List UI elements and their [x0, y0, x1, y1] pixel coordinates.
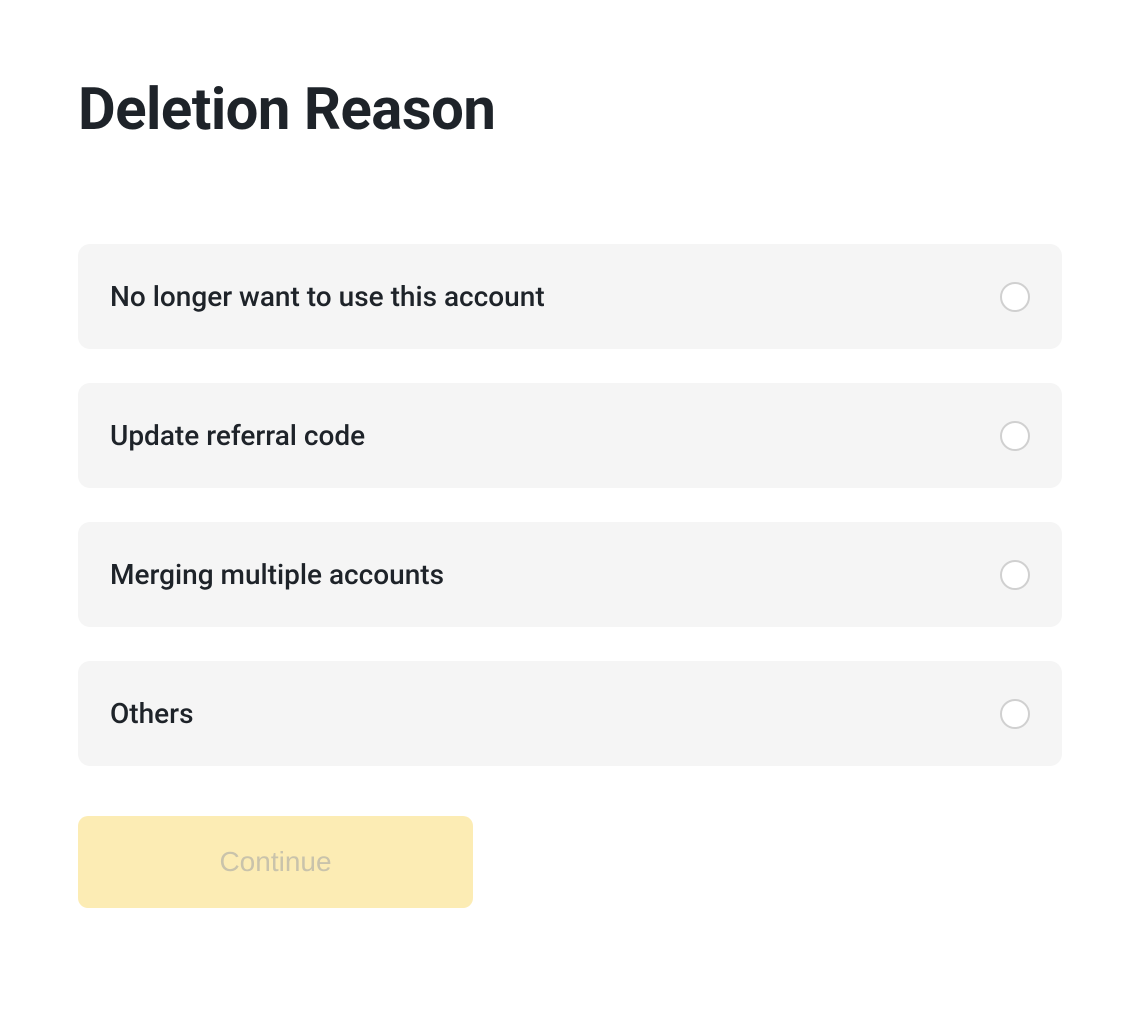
- radio-unchecked-icon[interactable]: [1000, 699, 1030, 729]
- option-no-longer-use[interactable]: No longer want to use this account: [78, 244, 1062, 349]
- radio-unchecked-icon[interactable]: [1000, 282, 1030, 312]
- option-update-referral[interactable]: Update referral code: [78, 383, 1062, 488]
- option-others[interactable]: Others: [78, 661, 1062, 766]
- radio-unchecked-icon[interactable]: [1000, 421, 1030, 451]
- page-title: Deletion Reason: [78, 76, 1062, 144]
- option-label: Merging multiple accounts: [110, 558, 444, 591]
- radio-unchecked-icon[interactable]: [1000, 560, 1030, 590]
- option-label: No longer want to use this account: [110, 280, 545, 313]
- options-list: No longer want to use this account Updat…: [78, 244, 1062, 766]
- continue-button[interactable]: Continue: [78, 816, 473, 908]
- option-merging-accounts[interactable]: Merging multiple accounts: [78, 522, 1062, 627]
- option-label: Update referral code: [110, 419, 365, 452]
- option-label: Others: [110, 697, 193, 730]
